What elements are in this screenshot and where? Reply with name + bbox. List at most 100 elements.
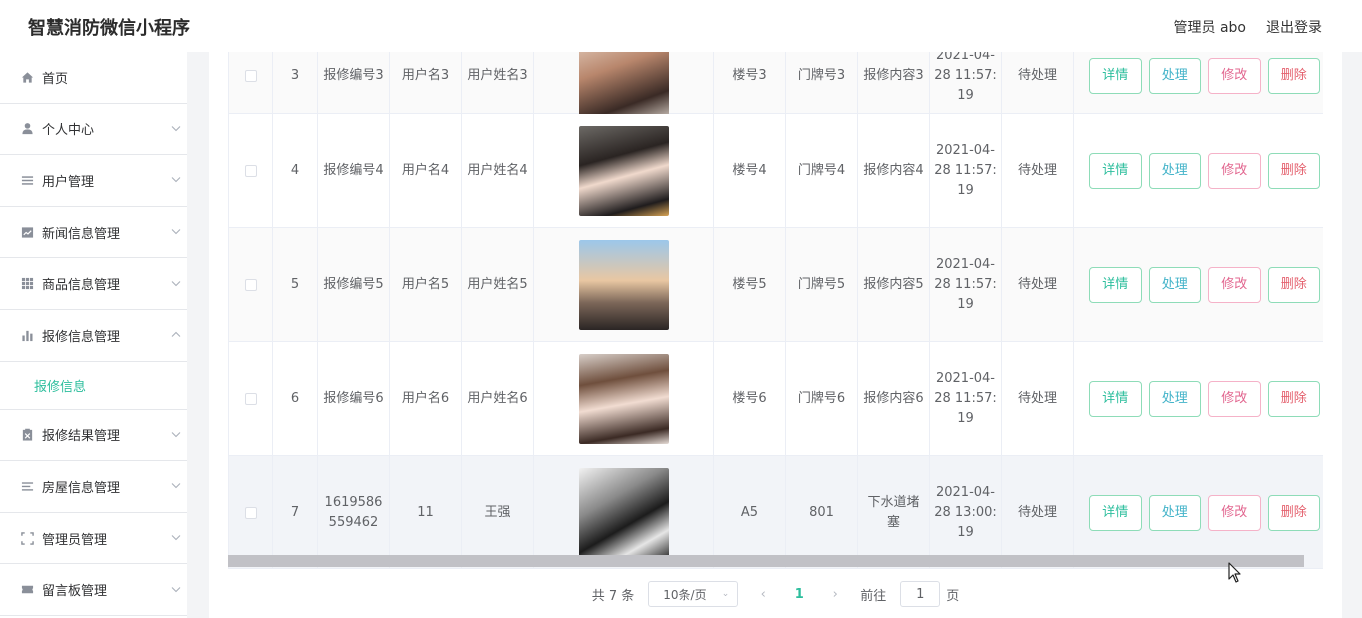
delete-button[interactable]: 删除: [1267, 494, 1320, 531]
cell-status: 待处理: [1002, 114, 1074, 227]
chevron-down-icon: [171, 481, 181, 492]
row-checkbox[interactable]: [244, 69, 257, 82]
detail-button[interactable]: 详情: [1089, 380, 1142, 417]
row-checkbox[interactable]: [244, 392, 257, 405]
edit-button[interactable]: 修改: [1208, 266, 1261, 303]
cell-realname: 用户姓名3: [462, 52, 534, 113]
cell-content: 报修内容3: [858, 52, 930, 113]
delete-button[interactable]: 删除: [1267, 380, 1320, 417]
goto-label: 前往: [860, 588, 887, 604]
handle-button[interactable]: 处理: [1148, 266, 1201, 303]
sidebar-item-label: 商品信息管理: [42, 278, 121, 294]
delete-button[interactable]: 删除: [1267, 152, 1320, 189]
detail-button[interactable]: 详情: [1089, 266, 1142, 303]
photo-cell: [534, 342, 714, 455]
edit-button[interactable]: 修改: [1208, 57, 1261, 94]
horizontal-scrollbar[interactable]: [228, 555, 1304, 567]
detail-button[interactable]: 详情: [1089, 152, 1142, 189]
row-checkbox-cell: [229, 114, 273, 227]
handle-button[interactable]: 处理: [1148, 152, 1201, 189]
clipboard-icon: [20, 428, 34, 442]
sidebar-item-3[interactable]: 新闻信息管理: [0, 207, 187, 259]
cell-time: 2021-04-28 11:57:19: [930, 228, 1002, 341]
data-table: 3 报修编号3 用户名3 用户姓名3 楼号3 门牌号3 报修内容3 2021-04-28 11…: [228, 52, 1323, 568]
row-checkbox[interactable]: [244, 164, 257, 177]
cell-content: 报修内容4: [858, 114, 930, 227]
menu-lines-icon: [20, 479, 34, 493]
cell-door: 门牌号4: [786, 114, 858, 227]
row-checkbox-cell: [229, 342, 273, 455]
table-row: 7 1619586559462 11 王强 A5 801 下水道堵塞 2021-04-28 1…: [229, 456, 1323, 568]
cell-index: 3: [273, 52, 318, 113]
cell-repair-no: 报修编号3: [318, 52, 390, 113]
row-actions: 详情 处理 修改 删除: [1074, 456, 1323, 568]
logout-link[interactable]: 退出登录: [1266, 17, 1322, 37]
row-actions: 详情 处理 修改 删除: [1074, 52, 1323, 113]
cell-username: 用户名5: [390, 228, 462, 341]
delete-button[interactable]: 删除: [1267, 57, 1320, 94]
sidebar-item-5[interactable]: 报修信息管理: [0, 310, 187, 362]
cell-status: 待处理: [1002, 52, 1074, 113]
row-checkbox[interactable]: [244, 506, 257, 519]
sidebar-item-8[interactable]: 管理员管理: [0, 513, 187, 565]
cell-username: 用户名3: [390, 52, 462, 113]
main-content: 3 报修编号3 用户名3 用户姓名3 楼号3 门牌号3 报修内容3 2021-04-28 11…: [209, 52, 1342, 618]
top-bar: 智慧消防微信小程序 管理员 abo 退出登录: [0, 0, 1362, 52]
handle-button[interactable]: 处理: [1148, 380, 1201, 417]
ticket-icon: [20, 583, 34, 597]
grid-icon: [20, 277, 34, 291]
chevron-down-icon: [171, 227, 181, 238]
detail-button[interactable]: 详情: [1089, 57, 1142, 94]
current-page[interactable]: 1: [788, 587, 810, 602]
user-icon: [20, 122, 34, 136]
row-actions: 详情 处理 修改 删除: [1074, 342, 1323, 455]
handle-button[interactable]: 处理: [1148, 494, 1201, 531]
cell-repair-no: 报修编号4: [318, 114, 390, 227]
sidebar-item-0[interactable]: 首页: [0, 52, 187, 104]
sidebar-item-7[interactable]: 房屋信息管理: [0, 461, 187, 513]
mouse-cursor-icon: [1228, 562, 1241, 583]
next-page-icon[interactable]: ›: [824, 587, 846, 602]
row-checkbox[interactable]: [244, 278, 257, 291]
sidebar: 首页个人中心用户管理 新闻信息管理商品信息管理报修信息管理 报修信息报修结果管理房屋…: [0, 52, 187, 618]
sidebar-item-label: 报修结果管理: [42, 429, 121, 445]
chevron-down-icon: ⌄: [721, 589, 730, 599]
home-icon: [20, 70, 34, 84]
cell-realname: 王强: [462, 456, 534, 568]
chevron-down-icon: [171, 278, 181, 289]
table-bottom-border: [228, 568, 1323, 569]
chevron-down-icon: [171, 533, 181, 544]
sidebar-item-label: 留言板管理: [42, 584, 108, 600]
sidebar-item-1[interactable]: 个人中心: [0, 104, 187, 156]
edit-button[interactable]: 修改: [1208, 380, 1261, 417]
detail-button[interactable]: 详情: [1089, 494, 1142, 531]
sidebar-item-6[interactable]: 报修结果管理: [0, 410, 187, 462]
cell-index: 5: [273, 228, 318, 341]
sidebar-subitem-repair-info[interactable]: 报修信息: [0, 362, 187, 410]
delete-button[interactable]: 删除: [1267, 266, 1320, 303]
handle-button[interactable]: 处理: [1148, 57, 1201, 94]
bar-chart-icon: [20, 328, 34, 342]
chevron-down-icon: [171, 429, 181, 440]
list-icon: [20, 173, 34, 187]
cell-building: 楼号5: [714, 228, 786, 341]
chevron-down-icon: [171, 584, 181, 595]
cell-index: 7: [273, 456, 318, 568]
edit-button[interactable]: 修改: [1208, 494, 1261, 531]
photo-cell: [534, 228, 714, 341]
sidebar-item-2[interactable]: 用户管理: [0, 155, 187, 207]
cell-status: 待处理: [1002, 456, 1074, 568]
cell-realname: 用户姓名4: [462, 114, 534, 227]
cell-repair-no: 1619586559462: [318, 456, 390, 568]
sidebar-item-4[interactable]: 商品信息管理: [0, 258, 187, 310]
cell-door: 801: [786, 456, 858, 568]
prev-page-icon[interactable]: ‹: [752, 587, 774, 602]
goto-page-input[interactable]: [900, 581, 941, 607]
sidebar-item-label: 个人中心: [42, 123, 95, 139]
pagination: 共 7 条 10条/页 ⌄ ‹ 1 › 前往 页: [209, 580, 1342, 608]
cell-time: 2021-04-28 11:57:19: [930, 52, 1002, 113]
edit-button[interactable]: 修改: [1208, 152, 1261, 189]
user-info: 管理员 abo 退出登录: [1174, 17, 1322, 37]
sidebar-item-9[interactable]: 留言板管理: [0, 564, 187, 616]
page-size-select[interactable]: 10条/页 ⌄: [648, 581, 739, 607]
